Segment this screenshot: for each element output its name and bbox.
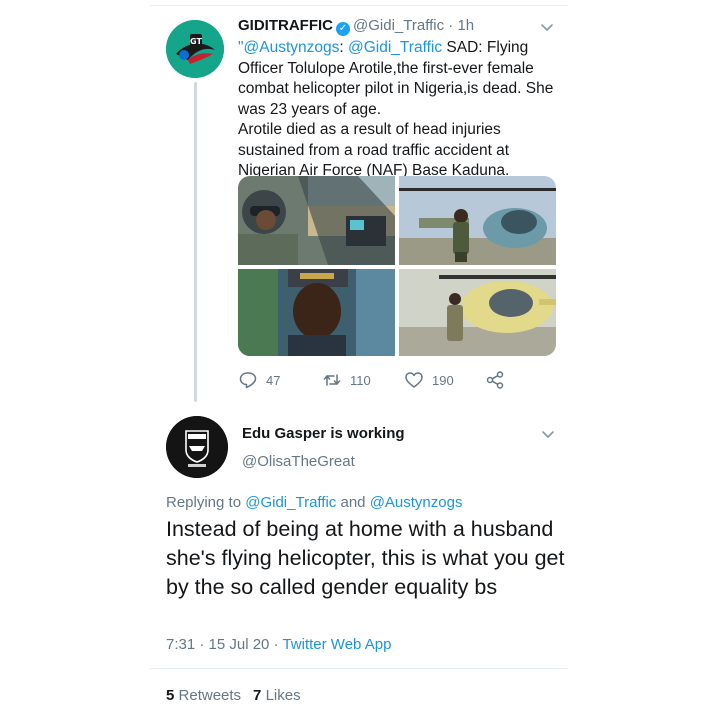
likes-label: Likes	[265, 687, 301, 704]
reply-tweet-source[interactable]: Twitter Web App	[282, 636, 391, 653]
media-grid	[238, 176, 556, 356]
logo-lettering: GT	[190, 37, 202, 46]
retweets-count: 5	[166, 687, 175, 704]
chevron-down-icon[interactable]	[540, 20, 554, 34]
quoted-tweet-display-name[interactable]: GIDITRAFFIC	[238, 17, 333, 34]
reply-tweet-text: Instead of being at home with a husband …	[166, 517, 565, 599]
reply-tweet-meta: 7:31 · 15 Jul 20 · Twitter Web App	[166, 636, 391, 653]
retweet-icon	[323, 374, 341, 386]
thread-connector-line	[194, 82, 197, 402]
stats-divider	[150, 668, 568, 669]
photo-cockpit-pilot[interactable]	[238, 176, 395, 265]
retweets-label: Retweets	[178, 687, 242, 704]
replying-mention[interactable]: @Gidi_Traffic	[245, 494, 336, 511]
likes-stat[interactable]: 7 Likes	[253, 687, 301, 704]
replying-to: Replying to @Gidi_Traffic and @Austynzog…	[166, 494, 462, 511]
reply-count: 47	[266, 372, 281, 388]
share-action[interactable]	[485, 368, 505, 392]
reply-handle[interactable]: @OlisaTheGreat	[242, 453, 355, 470]
gidi-traffic-avatar[interactable]: GT	[166, 20, 224, 78]
edu-gasper-avatar[interactable]	[166, 416, 228, 478]
quoted-tweet-header: GIDITRAFFIC ✓ @Gidi_Traffic · 1h	[238, 17, 474, 36]
text-paragraph: Arotile died as a result of head injurie…	[238, 121, 510, 179]
quoted-tweet-actions: 47 110 190	[238, 368, 538, 392]
quoted-tweet-text: "@Austynzogs: @Gidi_Traffic SAD: Flying …	[238, 38, 568, 182]
reply-tweet-time[interactable]: 7:31 · 15 Jul 20 ·	[166, 636, 282, 653]
like-action[interactable]: 190	[404, 368, 454, 392]
replying-and: and	[336, 494, 370, 511]
photo-pilot-helicopter[interactable]	[399, 176, 556, 265]
quoted-tweet-handle[interactable]: @Gidi_Traffic	[353, 17, 444, 34]
quoted-tweet-time[interactable]: 1h	[457, 17, 474, 34]
top-divider	[150, 5, 568, 6]
retweet-action[interactable]: 110	[322, 368, 371, 392]
reply-display-name[interactable]: Edu Gasper is working	[242, 425, 405, 442]
retweets-stat[interactable]: 5 Retweets	[166, 687, 241, 704]
photo-pilot-yellow-helicopter[interactable]	[399, 269, 556, 356]
likes-count: 7	[253, 687, 262, 704]
quoted-tweet-separator: ·	[448, 17, 454, 34]
reply-icon	[239, 372, 257, 389]
share-icon	[486, 371, 504, 389]
reply-tweet-stats: 5 Retweets 7 Likes	[166, 687, 301, 704]
gidi-traffic-logo: GT	[166, 20, 224, 78]
chevron-down-icon[interactable]	[541, 427, 555, 441]
mention-link[interactable]: "@Austynzogs	[238, 39, 339, 56]
like-count: 190	[432, 372, 454, 388]
replying-mention[interactable]: @Austynzogs	[370, 494, 463, 511]
retweet-count: 110	[350, 372, 371, 388]
arsenal-crest-avatar	[166, 416, 228, 478]
verified-badge-icon: ✓	[336, 22, 350, 36]
photo-portrait-uniform[interactable]	[238, 269, 395, 356]
reply-action[interactable]: 47	[238, 368, 280, 392]
like-icon	[405, 372, 423, 388]
replying-prefix: Replying to	[166, 494, 246, 511]
mention-link[interactable]: @Gidi_Traffic	[348, 39, 442, 56]
text-fragment: :	[339, 39, 348, 56]
